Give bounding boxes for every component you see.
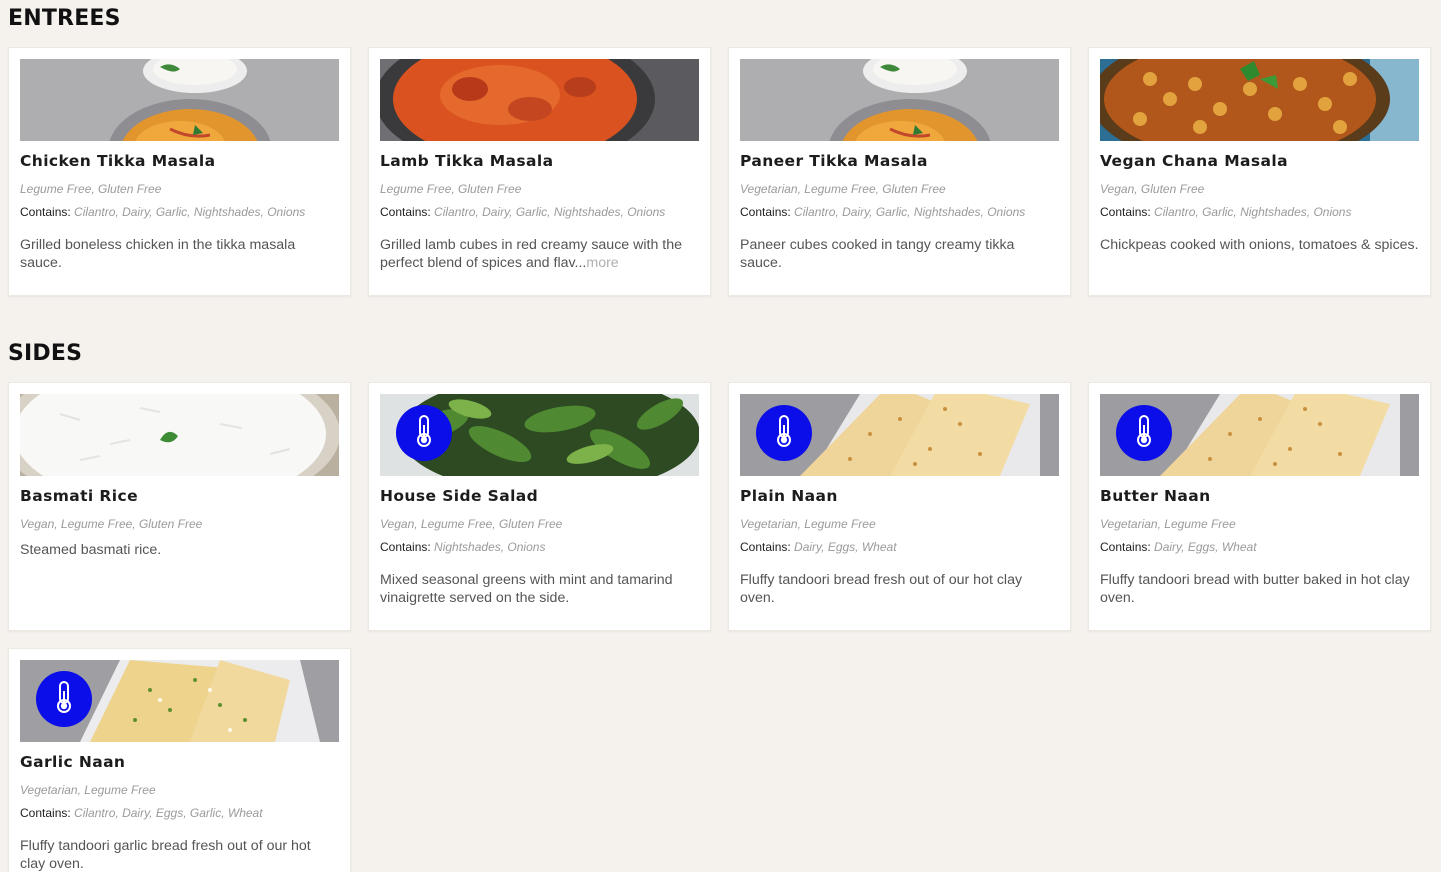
- menu-item-name: Garlic Naan: [20, 753, 126, 771]
- menu-item-name: Paneer Tikka Masala: [740, 152, 928, 170]
- menu-item-card-lamb-tikka-masala[interactable]: Lamb Tikka Masala Legume Free, Gluten Fre…: [368, 47, 711, 296]
- allergen-info: Contains: Cilantro, Dairy, Garlic, Night…: [380, 205, 699, 219]
- allergen-list: Cilantro, Garlic, Nightshades, Onions: [1154, 205, 1352, 219]
- allergen-list: Cilantro, Dairy, Garlic, Nightshades, On…: [434, 205, 666, 219]
- contains-label: Contains:: [380, 540, 431, 554]
- menu-item-name: House Side Salad: [380, 487, 539, 505]
- allergen-info: Contains: Cilantro, Dairy, Garlic, Night…: [740, 205, 1059, 219]
- contains-label: Contains:: [380, 205, 431, 219]
- description-text: Fluffy tandoori bread with butter baked …: [1100, 572, 1410, 606]
- temperature-badge[interactable]: [756, 405, 812, 461]
- menu-item-name: Lamb Tikka Masala: [380, 152, 554, 170]
- menu-item-description: Chickpeas cooked with onions, tomatoes &…: [1100, 236, 1419, 254]
- thermometer-icon: [53, 680, 75, 719]
- section-title-entrees: ENTREES: [8, 6, 121, 31]
- description-text: Grilled boneless chicken in the tikka ma…: [20, 237, 296, 271]
- menu-item-image: [20, 59, 339, 141]
- allergen-list: Cilantro, Dairy, Garlic, Nightshades, On…: [74, 205, 306, 219]
- allergen-info: Contains: Nightshades, Onions: [380, 540, 699, 554]
- allergen-info: Contains: Dairy, Eggs, Wheat: [740, 540, 1059, 554]
- description-text: Mixed seasonal greens with mint and tama…: [380, 572, 673, 606]
- thermometer-icon: [413, 414, 435, 453]
- dietary-tags: Vegetarian, Legume Free: [740, 517, 876, 531]
- contains-label: Contains:: [1100, 540, 1151, 554]
- description-text: Fluffy tandoori garlic bread fresh out o…: [20, 838, 311, 872]
- section-title-sides: SIDES: [8, 341, 83, 366]
- description-text: Paneer cubes cooked in tangy creamy tikk…: [740, 237, 1015, 271]
- contains-label: Contains:: [740, 540, 791, 554]
- menu-item-image: [20, 660, 339, 742]
- menu-item-description: Mixed seasonal greens with mint and tama…: [380, 571, 699, 607]
- menu-item-card-vegan-chana-masala[interactable]: Vegan Chana Masala Vegan, Gluten Free Cont…: [1088, 47, 1431, 296]
- allergen-list: Cilantro, Dairy, Garlic, Nightshades, On…: [794, 205, 1026, 219]
- menu-item-card-garlic-naan[interactable]: Garlic Naan Vegetarian, Legume Free Contai…: [8, 648, 351, 872]
- dietary-tags: Legume Free, Gluten Free: [380, 182, 522, 196]
- allergen-list: Dairy, Eggs, Wheat: [794, 540, 897, 554]
- thermometer-icon: [773, 414, 795, 453]
- menu-item-card-butter-naan[interactable]: Butter Naan Vegetarian, Legume Free Contai…: [1088, 382, 1431, 631]
- menu-item-name: Vegan Chana Masala: [1100, 152, 1288, 170]
- dietary-tags: Vegetarian, Legume Free: [20, 783, 156, 797]
- menu-item-card-plain-naan[interactable]: Plain Naan Vegetarian, Legume Free Contain…: [728, 382, 1071, 631]
- menu-item-description: Fluffy tandoori garlic bread fresh out o…: [20, 837, 339, 872]
- menu-item-description: Grilled boneless chicken in the tikka ma…: [20, 236, 339, 272]
- menu-item-card-paneer-tikka-masala[interactable]: Paneer Tikka Masala Vegetarian, Legume Fr…: [728, 47, 1071, 296]
- menu-item-description: Fluffy tandoori bread with butter baked …: [1100, 571, 1419, 607]
- allergen-list: Cilantro, Dairy, Eggs, Garlic, Wheat: [74, 806, 263, 820]
- thermometer-icon: [1133, 414, 1155, 453]
- menu-item-image: [740, 59, 1059, 141]
- contains-label: Contains:: [1100, 205, 1151, 219]
- dietary-tags: Vegetarian, Legume Free, Gluten Free: [740, 182, 946, 196]
- menu-item-name: Basmati Rice: [20, 487, 138, 505]
- menu-item-image: [380, 394, 699, 476]
- dietary-tags: Vegan, Legume Free, Gluten Free: [380, 517, 563, 531]
- menu-item-description: Grilled lamb cubes in red creamy sauce w…: [380, 236, 699, 272]
- contains-label: Contains:: [740, 205, 791, 219]
- menu-item-name: Chicken Tikka Masala: [20, 152, 216, 170]
- allergen-list: Nightshades, Onions: [434, 540, 546, 554]
- dietary-tags: Vegan, Gluten Free: [1100, 182, 1205, 196]
- menu-item-image: [740, 394, 1059, 476]
- description-text: Steamed basmati rice.: [20, 542, 162, 558]
- dietary-tags: Legume Free, Gluten Free: [20, 182, 162, 196]
- menu-item-description: Fluffy tandoori bread fresh out of our h…: [740, 571, 1059, 607]
- menu-item-image: [1100, 394, 1419, 476]
- read-more-link[interactable]: more: [586, 255, 618, 271]
- temperature-badge[interactable]: [1116, 405, 1172, 461]
- dietary-tags: Vegetarian, Legume Free: [1100, 517, 1236, 531]
- section-grid-sides: Basmati Rice Vegan, Legume Free, Gluten F…: [8, 382, 1431, 872]
- contains-label: Contains:: [20, 205, 71, 219]
- menu-item-image: [380, 59, 699, 141]
- menu-item-card-chicken-tikka-masala[interactable]: Chicken Tikka Masala Legume Free, Gluten …: [8, 47, 351, 296]
- menu-item-description: Paneer cubes cooked in tangy creamy tikk…: [740, 236, 1059, 272]
- menu-item-image: [20, 394, 339, 476]
- allergen-info: Contains: Dairy, Eggs, Wheat: [1100, 540, 1419, 554]
- menu-item-name: Butter Naan: [1100, 487, 1211, 505]
- temperature-badge[interactable]: [396, 405, 452, 461]
- menu-item-card-basmati-rice[interactable]: Basmati Rice Vegan, Legume Free, Gluten F…: [8, 382, 351, 631]
- section-grid-entrees: Chicken Tikka Masala Legume Free, Gluten …: [8, 47, 1431, 296]
- menu-item-name: Plain Naan: [740, 487, 838, 505]
- dietary-tags: Vegan, Legume Free, Gluten Free: [20, 517, 203, 531]
- allergen-info: Contains: Cilantro, Dairy, Garlic, Night…: [20, 205, 339, 219]
- contains-label: Contains:: [20, 806, 71, 820]
- description-text: Grilled lamb cubes in red creamy sauce w…: [380, 237, 683, 271]
- allergen-info: Contains: Cilantro, Dairy, Eggs, Garlic,…: [20, 806, 339, 820]
- menu-item-image: [1100, 59, 1419, 141]
- description-text: Chickpeas cooked with onions, tomatoes &…: [1100, 237, 1419, 253]
- allergen-info: Contains: Cilantro, Garlic, Nightshades,…: [1100, 205, 1419, 219]
- description-text: Fluffy tandoori bread fresh out of our h…: [740, 572, 1023, 606]
- allergen-list: Dairy, Eggs, Wheat: [1154, 540, 1257, 554]
- temperature-badge[interactable]: [36, 671, 92, 727]
- menu-item-description: Steamed basmati rice.: [20, 541, 339, 559]
- menu-item-card-house-side-salad[interactable]: House Side Salad Vegan, Legume Free, Glut…: [368, 382, 711, 631]
